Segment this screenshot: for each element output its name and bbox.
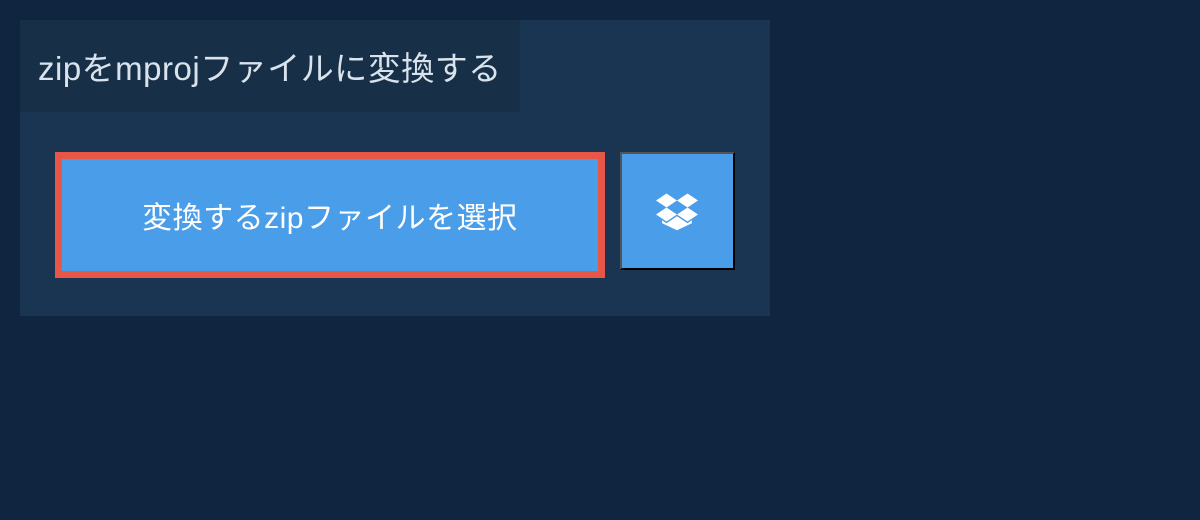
dropbox-button[interactable] (620, 152, 735, 270)
button-row: 変換するzipファイルを選択 (20, 112, 770, 318)
dropbox-icon (656, 190, 698, 232)
title-section: zipをmprojファイルに変換する (20, 20, 520, 112)
page-title: zipをmprojファイルに変換する (38, 42, 502, 90)
converter-panel: zipをmprojファイルに変換する 変換するzipファイルを選択 (20, 20, 770, 316)
select-file-button[interactable]: 変換するzipファイルを選択 (55, 152, 605, 278)
select-file-label: 変換するzipファイルを選択 (142, 193, 517, 237)
